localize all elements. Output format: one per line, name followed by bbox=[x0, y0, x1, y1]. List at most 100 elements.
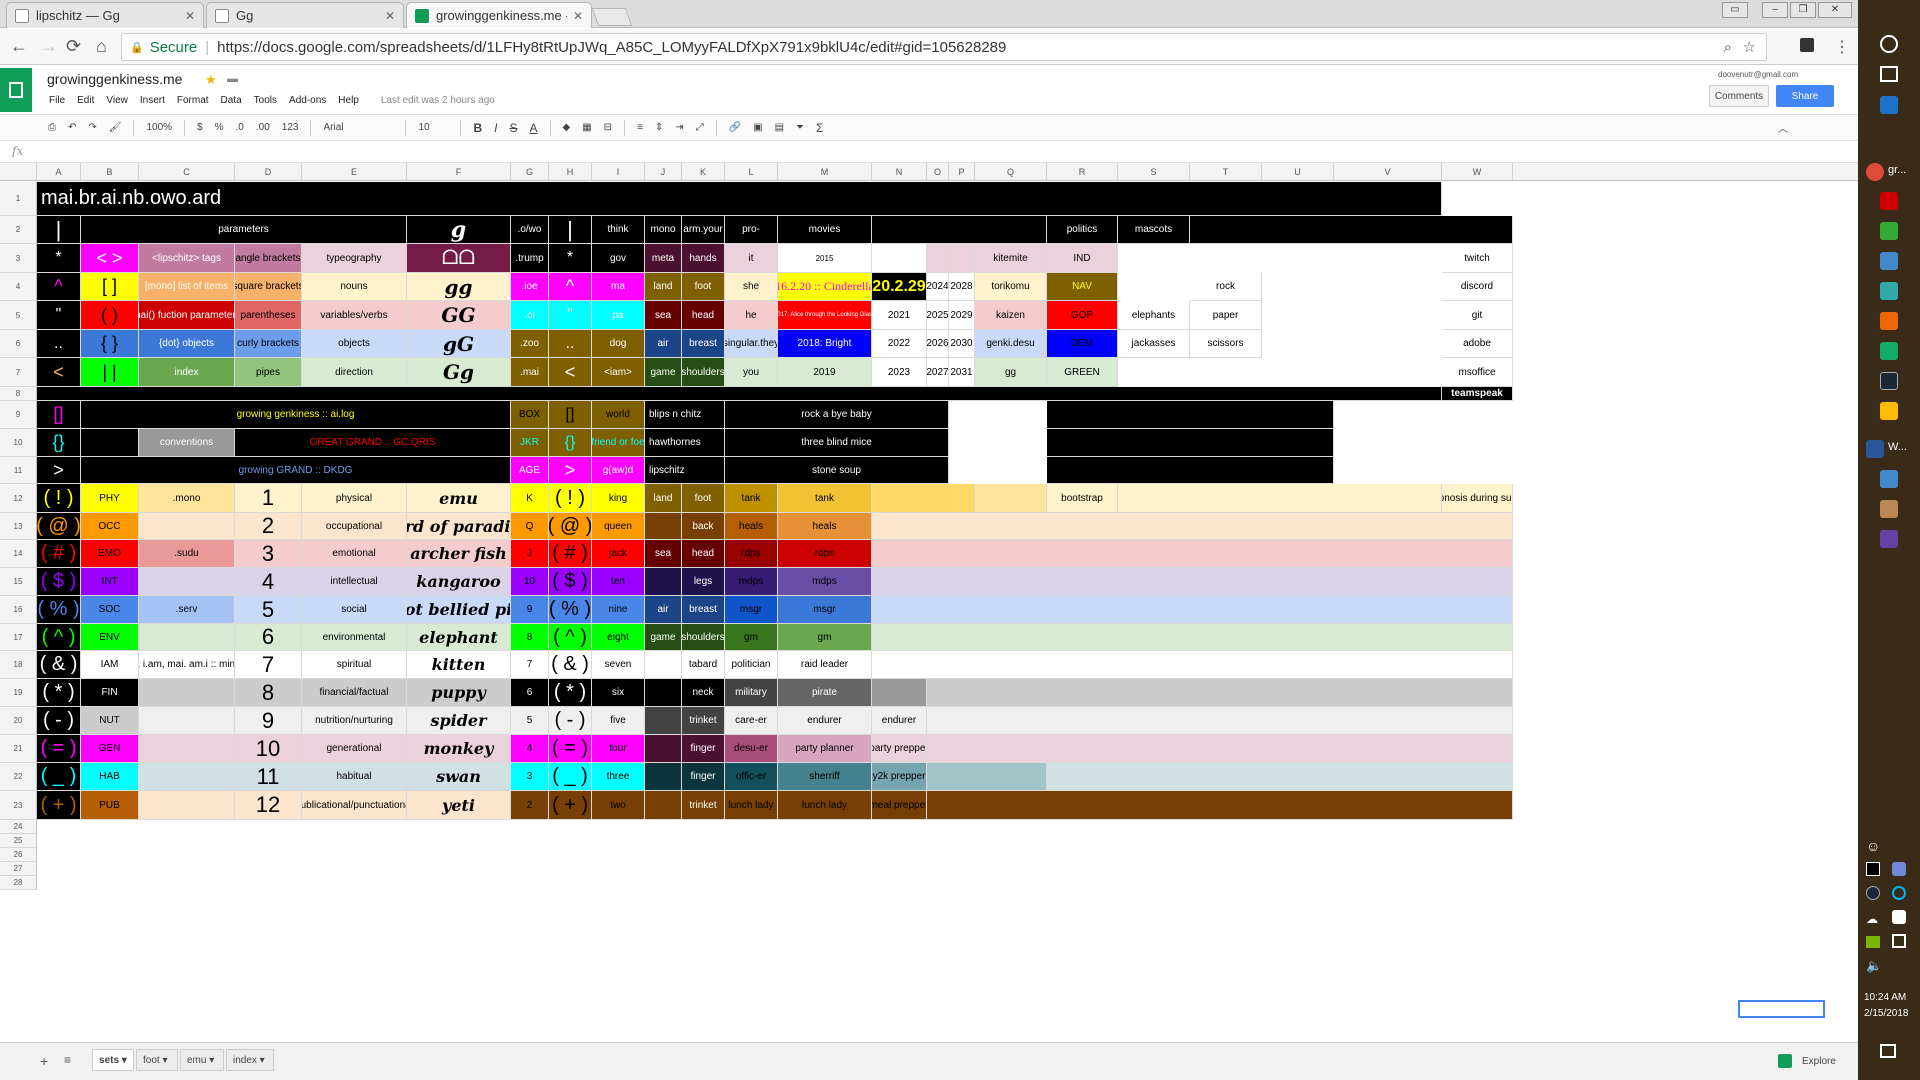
column-header[interactable]: J bbox=[645, 163, 682, 181]
cell[interactable]: generational bbox=[302, 735, 407, 763]
cell[interactable]: king bbox=[592, 484, 645, 513]
cell[interactable]: it bbox=[725, 244, 778, 273]
sheet-tab-index[interactable]: index ▾ bbox=[226, 1049, 274, 1071]
cell[interactable]: <iam> bbox=[592, 358, 645, 387]
vertical-align-icon[interactable]: ⇕ bbox=[655, 122, 663, 133]
cell[interactable]: kitemite bbox=[975, 244, 1047, 273]
cell[interactable]: J bbox=[511, 540, 549, 568]
cell[interactable]: JKR bbox=[511, 429, 549, 457]
row-header[interactable]: 2 bbox=[0, 216, 37, 244]
cell[interactable]: spiritual bbox=[302, 651, 407, 679]
fill-color-icon[interactable]: ◆ bbox=[563, 122, 571, 133]
column-header[interactable]: P bbox=[949, 163, 975, 181]
cell[interactable]: < bbox=[37, 358, 81, 387]
column-header[interactable]: V bbox=[1334, 163, 1442, 181]
cell[interactable]: habitual bbox=[302, 763, 407, 791]
cell[interactable] bbox=[927, 707, 1513, 735]
cell[interactable]: gm bbox=[725, 624, 778, 651]
cell[interactable]: air bbox=[645, 596, 682, 624]
row-header[interactable]: 17 bbox=[0, 624, 37, 651]
discord-tray-icon[interactable] bbox=[1892, 862, 1906, 876]
cell[interactable]: 2030 bbox=[949, 330, 975, 358]
last-edit-link[interactable]: Last edit was 2 hours ago bbox=[381, 95, 495, 106]
cell[interactable]: < bbox=[549, 358, 592, 387]
cell[interactable]: lunch lady bbox=[778, 791, 872, 820]
cell[interactable] bbox=[927, 244, 949, 273]
cell[interactable]: g(aw)d bbox=[592, 457, 645, 484]
cell[interactable] bbox=[872, 624, 1513, 651]
cell[interactable]: four bbox=[592, 735, 645, 763]
cell[interactable]: ( $ ) bbox=[549, 568, 592, 596]
word-icon[interactable] bbox=[1866, 440, 1884, 458]
cell[interactable]: tank bbox=[778, 484, 872, 513]
cell[interactable]: 2025 bbox=[927, 301, 949, 330]
cell[interactable]: gG bbox=[407, 330, 511, 358]
cell[interactable]: 4 bbox=[511, 735, 549, 763]
cell[interactable] bbox=[645, 513, 682, 540]
cell[interactable] bbox=[872, 216, 1047, 244]
cell[interactable]: air bbox=[645, 330, 682, 358]
cell[interactable]: meal prepper bbox=[872, 791, 927, 820]
clock-date[interactable]: 2/15/2018 bbox=[1864, 1008, 1909, 1019]
row-header[interactable]: 8 bbox=[0, 387, 37, 401]
profile-icon[interactable]: ▭ bbox=[1722, 2, 1748, 18]
cell[interactable]: ma bbox=[592, 273, 645, 301]
cell[interactable]: ( _ ) bbox=[549, 763, 592, 791]
close-window-icon[interactable]: ✕ bbox=[1818, 2, 1852, 18]
cell[interactable]: lipschitz bbox=[645, 457, 725, 484]
comments-button[interactable]: Comments bbox=[1709, 85, 1769, 107]
cell[interactable]: head bbox=[682, 301, 725, 330]
omnibox[interactable]: 🔒 Secure | https://docs.google.com/sprea… bbox=[121, 33, 1767, 61]
row-header[interactable]: 15 bbox=[0, 568, 37, 596]
column-header[interactable]: L bbox=[725, 163, 778, 181]
cell[interactable]: sea bbox=[645, 540, 682, 568]
cell[interactable]: | | bbox=[81, 358, 139, 387]
cell[interactable]: 3 bbox=[511, 763, 549, 791]
close-tab-icon[interactable]: ✕ bbox=[385, 9, 395, 23]
column-header[interactable]: I bbox=[592, 163, 645, 181]
cell[interactable]: 2018: Bright bbox=[778, 330, 872, 358]
row-header[interactable]: 10 bbox=[0, 429, 37, 457]
cell[interactable]: [] bbox=[37, 401, 81, 429]
edge-icon[interactable] bbox=[1880, 96, 1898, 114]
row-header[interactable]: 28 bbox=[0, 876, 37, 890]
cell[interactable]: objects bbox=[302, 330, 407, 358]
cell[interactable]: ai, i.am, mai. am.i :: mine. bbox=[139, 651, 235, 679]
cell[interactable] bbox=[1047, 457, 1334, 484]
cell[interactable]: sherriff bbox=[778, 763, 872, 791]
cell[interactable]: 1 bbox=[235, 484, 302, 513]
cell[interactable]: 2026 bbox=[927, 330, 949, 358]
star-icon[interactable]: ★ bbox=[205, 72, 217, 88]
zoom-select[interactable]: 100% bbox=[146, 122, 172, 133]
cell[interactable]: singular.they bbox=[725, 330, 778, 358]
cell[interactable]: 2 bbox=[235, 513, 302, 540]
spreadsheet-grid[interactable]: ABCDEFGHIJKLMNOPQRSTUVW 1 2 3 4 5 6 7 8 9 10 11 12 1… bbox=[0, 163, 1858, 1042]
cell[interactable]: social bbox=[302, 596, 407, 624]
undo-icon[interactable]: ↶ bbox=[68, 122, 76, 133]
cell[interactable]: financial/factual bbox=[302, 679, 407, 707]
cell[interactable]: [] bbox=[549, 401, 592, 429]
column-header[interactable]: B bbox=[81, 163, 139, 181]
cell[interactable]: hawthornes bbox=[645, 429, 725, 457]
volume-icon[interactable]: 🔈 bbox=[1866, 958, 1882, 974]
cell[interactable] bbox=[139, 624, 235, 651]
sheet-tab-emu[interactable]: emu ▾ bbox=[180, 1049, 224, 1071]
menu-data[interactable]: Data bbox=[221, 95, 242, 106]
text-color-button[interactable]: A bbox=[530, 121, 538, 135]
cell[interactable]: breast bbox=[682, 330, 725, 358]
cell[interactable]: lunch lady bbox=[725, 791, 778, 820]
row-header[interactable]: 4 bbox=[0, 273, 37, 301]
cell[interactable]: typeography bbox=[302, 244, 407, 273]
cell[interactable]: 2029 bbox=[949, 301, 975, 330]
row-header[interactable]: 18 bbox=[0, 651, 37, 679]
cell[interactable]: ( ! ) bbox=[549, 484, 592, 513]
cell[interactable] bbox=[645, 763, 682, 791]
cell[interactable]: tank bbox=[725, 484, 778, 513]
cell[interactable]: hands bbox=[682, 244, 725, 273]
cell[interactable]: party prepper bbox=[872, 735, 927, 763]
insert-comment-icon[interactable]: ▣ bbox=[753, 122, 762, 133]
cell[interactable]: IAM bbox=[81, 651, 139, 679]
cell[interactable]: head bbox=[682, 540, 725, 568]
cell[interactable] bbox=[872, 244, 927, 273]
italic-button[interactable]: I bbox=[494, 121, 497, 135]
